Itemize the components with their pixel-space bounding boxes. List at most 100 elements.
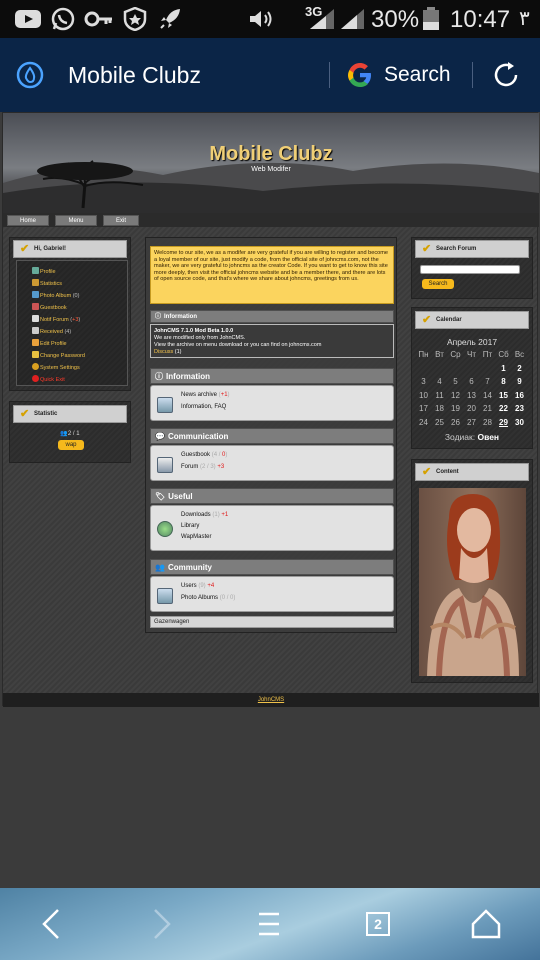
calendar-day[interactable]: 18 (432, 404, 447, 413)
site-footer: JohnCMS (3, 693, 539, 707)
wap-badge[interactable]: wap (58, 440, 84, 450)
users-icon: 👥 (60, 431, 68, 437)
calendar-header: ✔ Calendar (415, 311, 529, 329)
battery-icon (423, 7, 439, 30)
calendar-day[interactable]: 19 (448, 404, 463, 413)
calendar-weekday: Пт (482, 350, 493, 359)
calendar-day[interactable]: 23 (512, 404, 527, 413)
calendar-day[interactable]: 9 (512, 377, 527, 386)
menu-icon[interactable] (247, 902, 291, 946)
menu-edit-profile[interactable]: Edit Profile (32, 339, 67, 348)
check-icon: ✔ (20, 408, 30, 420)
calendar-day[interactable]: 8 (496, 377, 511, 386)
johncms-link[interactable]: JohnCMS (258, 697, 284, 703)
calendar-day[interactable]: 7 (480, 377, 495, 386)
information-faq-link[interactable]: Information, FAQ (181, 402, 226, 413)
calendar-day[interactable]: 22 (496, 404, 511, 413)
forum-search-button[interactable]: Search (422, 279, 454, 289)
section-useful-header: 🏷 Useful (150, 488, 394, 504)
back-icon[interactable] (30, 902, 74, 946)
menu-photo-album[interactable]: Photo Album (0) (32, 291, 79, 300)
calendar-day[interactable]: 24 (416, 418, 431, 427)
search-button[interactable]: Search (384, 63, 451, 87)
tag-icon: 🏷 (155, 492, 166, 501)
menu-quick-exit[interactable]: Quick Exit (32, 375, 65, 384)
web-page: Mobile Clubz Web Modifer Home Menu Exit … (0, 112, 540, 888)
calendar-grid: Пн Вт Ср Чт Пт Сб Вс 1 2 3 4 5 6 7 8 9 10 11 12 13 14 15 16 17 1… (416, 350, 528, 430)
menu-profile[interactable]: Profile (32, 267, 56, 276)
calendar-day[interactable]: 16 (512, 391, 527, 400)
downloads-link[interactable]: Downloads (1) +1 (181, 510, 228, 521)
site-nav: Home Menu Exit (3, 213, 539, 227)
menu-change-password[interactable]: Change Password (32, 351, 85, 360)
portrait-image[interactable] (419, 488, 526, 676)
section-useful-body: Downloads (1) +1 Library WapMaster (150, 505, 394, 551)
check-icon: ✔ (422, 466, 432, 478)
calendar-day[interactable]: 25 (432, 418, 447, 427)
profile-icon (32, 267, 39, 274)
refresh-icon[interactable] (492, 61, 520, 89)
calendar-day[interactable]: 3 (416, 377, 431, 386)
site-banner: Mobile Clubz Web Modifer (3, 113, 539, 213)
calendar-day[interactable]: 12 (448, 391, 463, 400)
shield-icon (123, 7, 147, 31)
calendar-day[interactable]: 2 (512, 364, 527, 373)
menu-received[interactable]: Received (4) (32, 327, 71, 336)
calendar-day[interactable]: 27 (464, 418, 479, 427)
nav-menu[interactable]: Menu (55, 215, 97, 226)
photo-albums-link[interactable]: Photo Albums (0 / 0) (181, 593, 235, 604)
wapmaster-link[interactable]: WapMaster (181, 532, 211, 543)
calendar-day[interactable]: 13 (464, 391, 479, 400)
calendar-weekday: Вт (435, 350, 444, 359)
nav-exit[interactable]: Exit (103, 215, 139, 226)
drop-icon[interactable] (16, 61, 44, 89)
calendar-day[interactable]: 30 (512, 418, 527, 427)
calendar-day[interactable]: 26 (448, 418, 463, 427)
calendar-day[interactable]: 1 (496, 364, 511, 373)
calendar-day[interactable]: 10 (416, 391, 431, 400)
edit-icon (32, 339, 39, 346)
guestbook-link[interactable]: Guestbook (4 / 0) (181, 450, 227, 461)
news-archive-link[interactable]: News archive (+1) (181, 390, 230, 401)
menu-notif-forum[interactable]: Notif Forum (+3) (32, 315, 80, 324)
menu-statistics[interactable]: Statistics (32, 279, 62, 288)
menu-guestbook[interactable]: Guestbook (32, 303, 67, 312)
search-forum-header: ✔ Search Forum (415, 240, 529, 258)
user-greeting-header: ✔ Hi, Gabriel! (13, 240, 127, 258)
site-frame: Mobile Clubz Web Modifer Home Menu Exit … (2, 112, 539, 707)
forward-icon[interactable] (139, 902, 183, 946)
calendar-weekday: Сб (498, 350, 509, 359)
calendar-day[interactable]: 17 (416, 404, 431, 413)
tabs-button[interactable]: 2 (356, 902, 400, 946)
gazenwagen-link[interactable]: Gazenwagen (150, 616, 394, 628)
exit-icon (32, 375, 39, 382)
calendar-day[interactable]: 6 (464, 377, 479, 386)
calendar-day[interactable]: 4 (432, 377, 447, 386)
menu-system-settings[interactable]: System Settings (32, 363, 80, 372)
info-box: JohnCMS 7.1.0 Mod Beta 1.0.0 We are modi… (150, 324, 394, 358)
browser-page-title[interactable]: Mobile Clubz (68, 62, 201, 89)
section-community-body: Users (9) +4 Photo Albums (0 / 0) (150, 576, 394, 612)
calendar-day[interactable]: 14 (480, 391, 495, 400)
check-icon: ✔ (422, 314, 432, 326)
forum-search-input[interactable] (420, 265, 520, 274)
statistic-header: ✔ Statistic (13, 405, 127, 423)
forum-link[interactable]: Forum (2 / 3) +3 (181, 462, 224, 473)
users-link[interactable]: Users (9) +4 (181, 581, 214, 592)
users-icon: 👥 (155, 563, 165, 572)
discuss-link[interactable]: Discuss (154, 349, 173, 355)
calendar-day[interactable]: 28 (480, 418, 495, 427)
google-icon[interactable] (346, 61, 374, 89)
calendar-day[interactable]: 5 (448, 377, 463, 386)
statistic-panel: ✔ Statistic 👥2 / 1 wap (9, 401, 131, 463)
calendar-day[interactable]: 20 (464, 404, 479, 413)
toolbar-divider (472, 62, 473, 88)
calendar-day[interactable]: 11 (432, 391, 447, 400)
calendar-day[interactable]: 15 (496, 391, 511, 400)
home-icon[interactable] (464, 902, 508, 946)
calendar-day[interactable]: 21 (480, 404, 495, 413)
clock: 10:47 (450, 6, 511, 33)
nav-home[interactable]: Home (7, 215, 49, 226)
library-link[interactable]: Library (181, 521, 199, 532)
calendar-day[interactable]: 29 (496, 418, 511, 427)
